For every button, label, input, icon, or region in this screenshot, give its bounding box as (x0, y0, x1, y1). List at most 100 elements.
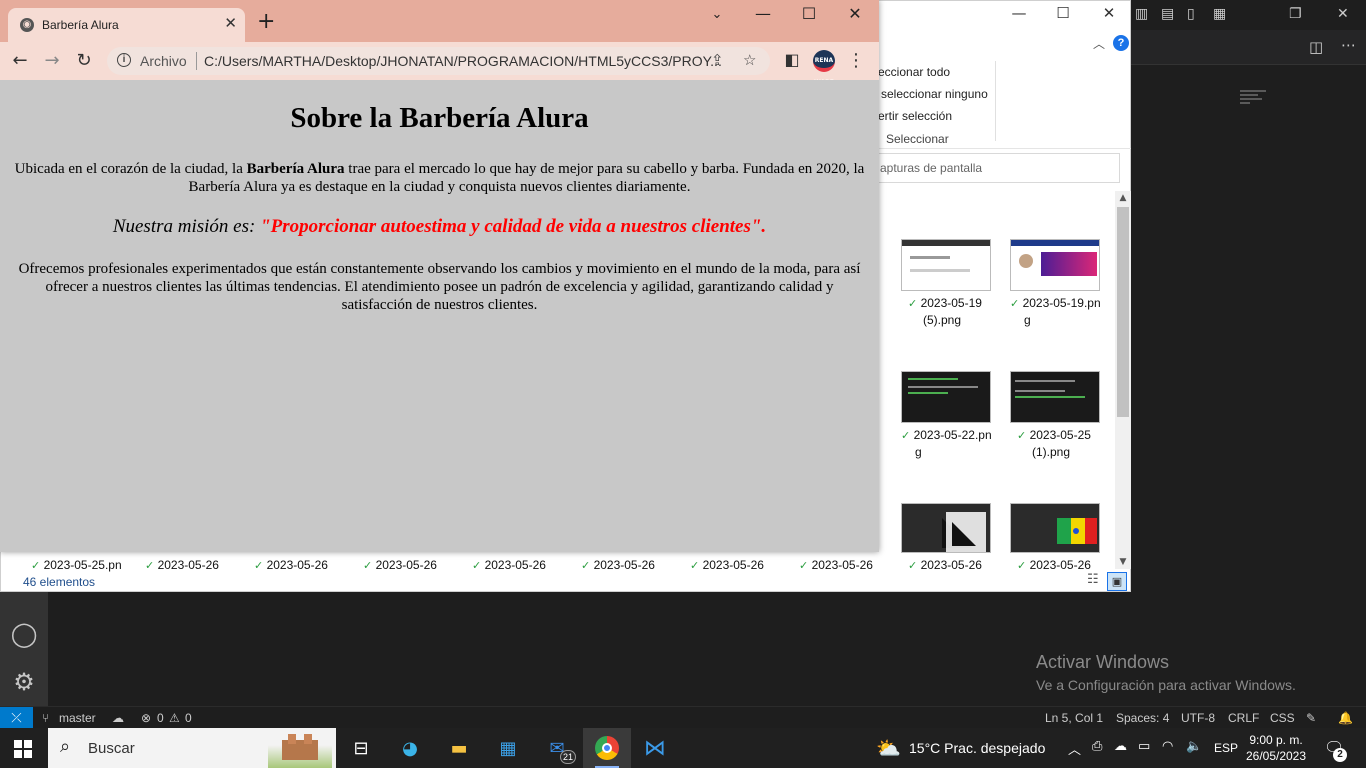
volume-icon[interactable]: 🔈 (1186, 739, 1202, 754)
ribbon-group-label: Seleccionar (886, 132, 949, 146)
star-icon[interactable]: ☆ (743, 51, 756, 69)
profile-avatar[interactable]: RENA WARE (813, 50, 835, 86)
close-tab-icon[interactable]: ✕ (224, 14, 237, 32)
show-hidden-icons[interactable]: ︿ (1068, 739, 1081, 758)
thumbnail-image (1010, 239, 1100, 291)
file-explorer-icon[interactable]: ▬ (442, 734, 476, 764)
edge-icon[interactable]: ◕ (393, 734, 427, 764)
close-icon[interactable]: ✕ (840, 4, 870, 23)
sync-check-icon: ✓ (472, 560, 482, 572)
chrome-titlebar: ◉ Barbería Alura ✕ + ⌄ — ☐ ✕ (0, 0, 879, 42)
invert-selection-button[interactable]: ertir selección (878, 109, 952, 123)
close-icon[interactable]: ✕ (1337, 6, 1349, 22)
notification-center-icon[interactable]: 🗨 2 (1324, 738, 1347, 762)
thumbnail-image (1010, 371, 1100, 423)
warning-icon[interactable]: ⚠ (169, 711, 180, 725)
bell-icon[interactable]: 🔔 (1338, 711, 1353, 725)
file-label[interactable]: ✓ 2023-05-26 (581, 558, 655, 572)
vscode-icon[interactable]: ⋈ (638, 734, 672, 764)
file-label[interactable]: ✓ 2023-05-26 (254, 558, 328, 572)
battery-icon[interactable]: ▭ (1138, 739, 1150, 754)
store-icon[interactable]: ▦ (491, 734, 525, 764)
file-label[interactable]: ✓ 2023-05-26 (145, 558, 219, 572)
scrollbar-thumb[interactable] (1117, 207, 1129, 417)
clock[interactable]: 9:00 p. m. 26/05/2023 (1244, 732, 1308, 764)
wifi-icon[interactable]: ◠ (1162, 739, 1173, 754)
restore-icon[interactable]: ❐ (1289, 6, 1302, 22)
sync-check-icon: ✓ (1017, 560, 1027, 572)
branch-icon[interactable]: ⑂ (42, 711, 49, 725)
file-label[interactable]: ✓ 2023-05-26 (908, 558, 982, 572)
weather-icon[interactable]: ⛅ (876, 736, 901, 760)
line-ending[interactable]: CRLF (1228, 711, 1259, 725)
file-name: 2023-05-19 (920, 296, 982, 310)
language-mode[interactable]: CSS (1270, 711, 1295, 725)
sidebar-toggle-icon[interactable]: ▯ (1187, 6, 1195, 22)
onedrive-icon[interactable]: ☁ (1114, 739, 1127, 754)
task-view-icon[interactable]: ⊟ (344, 734, 378, 764)
browser-tab[interactable]: ◉ Barbería Alura ✕ (8, 8, 245, 42)
maximize-icon[interactable]: ☐ (1043, 4, 1083, 22)
file-label[interactable]: ✓ 2023-05-26 (1017, 558, 1091, 572)
side-panel-icon[interactable]: ◧ (780, 50, 804, 69)
minimize-icon[interactable]: — (999, 4, 1039, 22)
details-view-icon[interactable]: ☷ (1087, 572, 1099, 587)
warnings-count[interactable]: 0 (185, 711, 192, 725)
view-switcher: ☷ ▣ (1087, 572, 1129, 591)
search-label: Buscar (88, 740, 135, 757)
scroll-up-icon[interactable]: ▲ (1115, 193, 1131, 203)
windows-start-icon[interactable] (14, 740, 32, 758)
new-tab-icon[interactable]: + (257, 11, 275, 33)
item-count: 46 elementos (23, 575, 96, 589)
file-label[interactable]: ✓ 2023-05-26 (690, 558, 764, 572)
vertical-scrollbar[interactable]: ▲ ▼ (1115, 191, 1131, 569)
minimap[interactable] (1240, 88, 1270, 110)
large-icons-view-icon[interactable]: ▣ (1107, 572, 1127, 591)
errors-count[interactable]: 0 (157, 711, 164, 725)
sync-icon[interactable]: ☁ (112, 711, 124, 725)
file-label[interactable]: ✓ 2023-05-25.pn (31, 558, 122, 572)
input-language[interactable]: ESP (1214, 741, 1238, 755)
layout-toggle-icon[interactable]: ▥ (1135, 6, 1148, 22)
forward-icon[interactable]: → (40, 50, 64, 71)
menu-icon[interactable]: ⋮ (844, 50, 868, 71)
share-icon[interactable]: ⇪ (711, 51, 724, 69)
sync-check-icon: ✓ (145, 560, 155, 572)
tab-search-icon[interactable]: ⌄ (702, 7, 732, 22)
meet-now-icon[interactable]: ⎙ (1092, 739, 1102, 754)
url-text[interactable]: C:/Users/MARTHA/Desktop/JHONATAN/PROGRAM… (204, 53, 722, 69)
minimize-icon[interactable]: — (748, 4, 778, 23)
customize-layout-icon[interactable]: ▦ (1213, 6, 1226, 22)
select-all-button[interactable]: eccionar todo (878, 65, 950, 79)
split-editor-icon[interactable]: ◫ (1309, 38, 1323, 56)
gear-icon[interactable]: ⚙ (10, 668, 38, 696)
file-name: 2023-05-25.pn (43, 558, 122, 572)
file-label[interactable]: ✓ 2023-05-26 (799, 558, 873, 572)
indentation[interactable]: Spaces: 4 (1116, 711, 1169, 725)
address-bar[interactable]: i Archivo C:/Users/MARTHA/Desktop/JHONAT… (107, 47, 770, 75)
collapse-ribbon-icon[interactable]: ︿ (1093, 35, 1105, 52)
taskbar-search[interactable]: ⌕ Buscar (48, 728, 336, 768)
file-label[interactable]: ✓ 2023-05-26 (363, 558, 437, 572)
search-input[interactable]: apturas de pantalla (871, 153, 1120, 183)
encoding[interactable]: UTF-8 (1181, 711, 1215, 725)
maximize-icon[interactable]: ☐ (794, 4, 824, 23)
weather-text[interactable]: 15°C Prac. despejado (909, 740, 1045, 756)
back-icon[interactable]: ← (8, 50, 32, 71)
cursor-position[interactable]: Ln 5, Col 1 (1045, 711, 1103, 725)
select-none-button[interactable]: seleccionar ninguno (881, 87, 988, 101)
help-icon[interactable]: ? (1113, 35, 1129, 51)
branch-name[interactable]: master (59, 711, 96, 725)
feedback-icon[interactable]: ✎ (1306, 711, 1316, 725)
remote-icon[interactable]: ⤫ (0, 707, 33, 729)
account-icon[interactable]: ◯ (10, 620, 38, 648)
panel-toggle-icon[interactable]: ▤ (1161, 6, 1174, 22)
scroll-down-icon[interactable]: ▼ (1115, 557, 1131, 567)
file-label[interactable]: ✓ 2023-05-26 (472, 558, 546, 572)
errors-icon[interactable]: ⊗ (141, 711, 151, 725)
reload-icon[interactable]: ↻ (72, 50, 96, 71)
more-actions-icon[interactable]: ⋯ (1341, 36, 1356, 54)
chrome-taskbar-button[interactable] (583, 728, 631, 768)
info-icon[interactable]: i (117, 53, 131, 67)
close-icon[interactable]: ✕ (1089, 4, 1129, 22)
